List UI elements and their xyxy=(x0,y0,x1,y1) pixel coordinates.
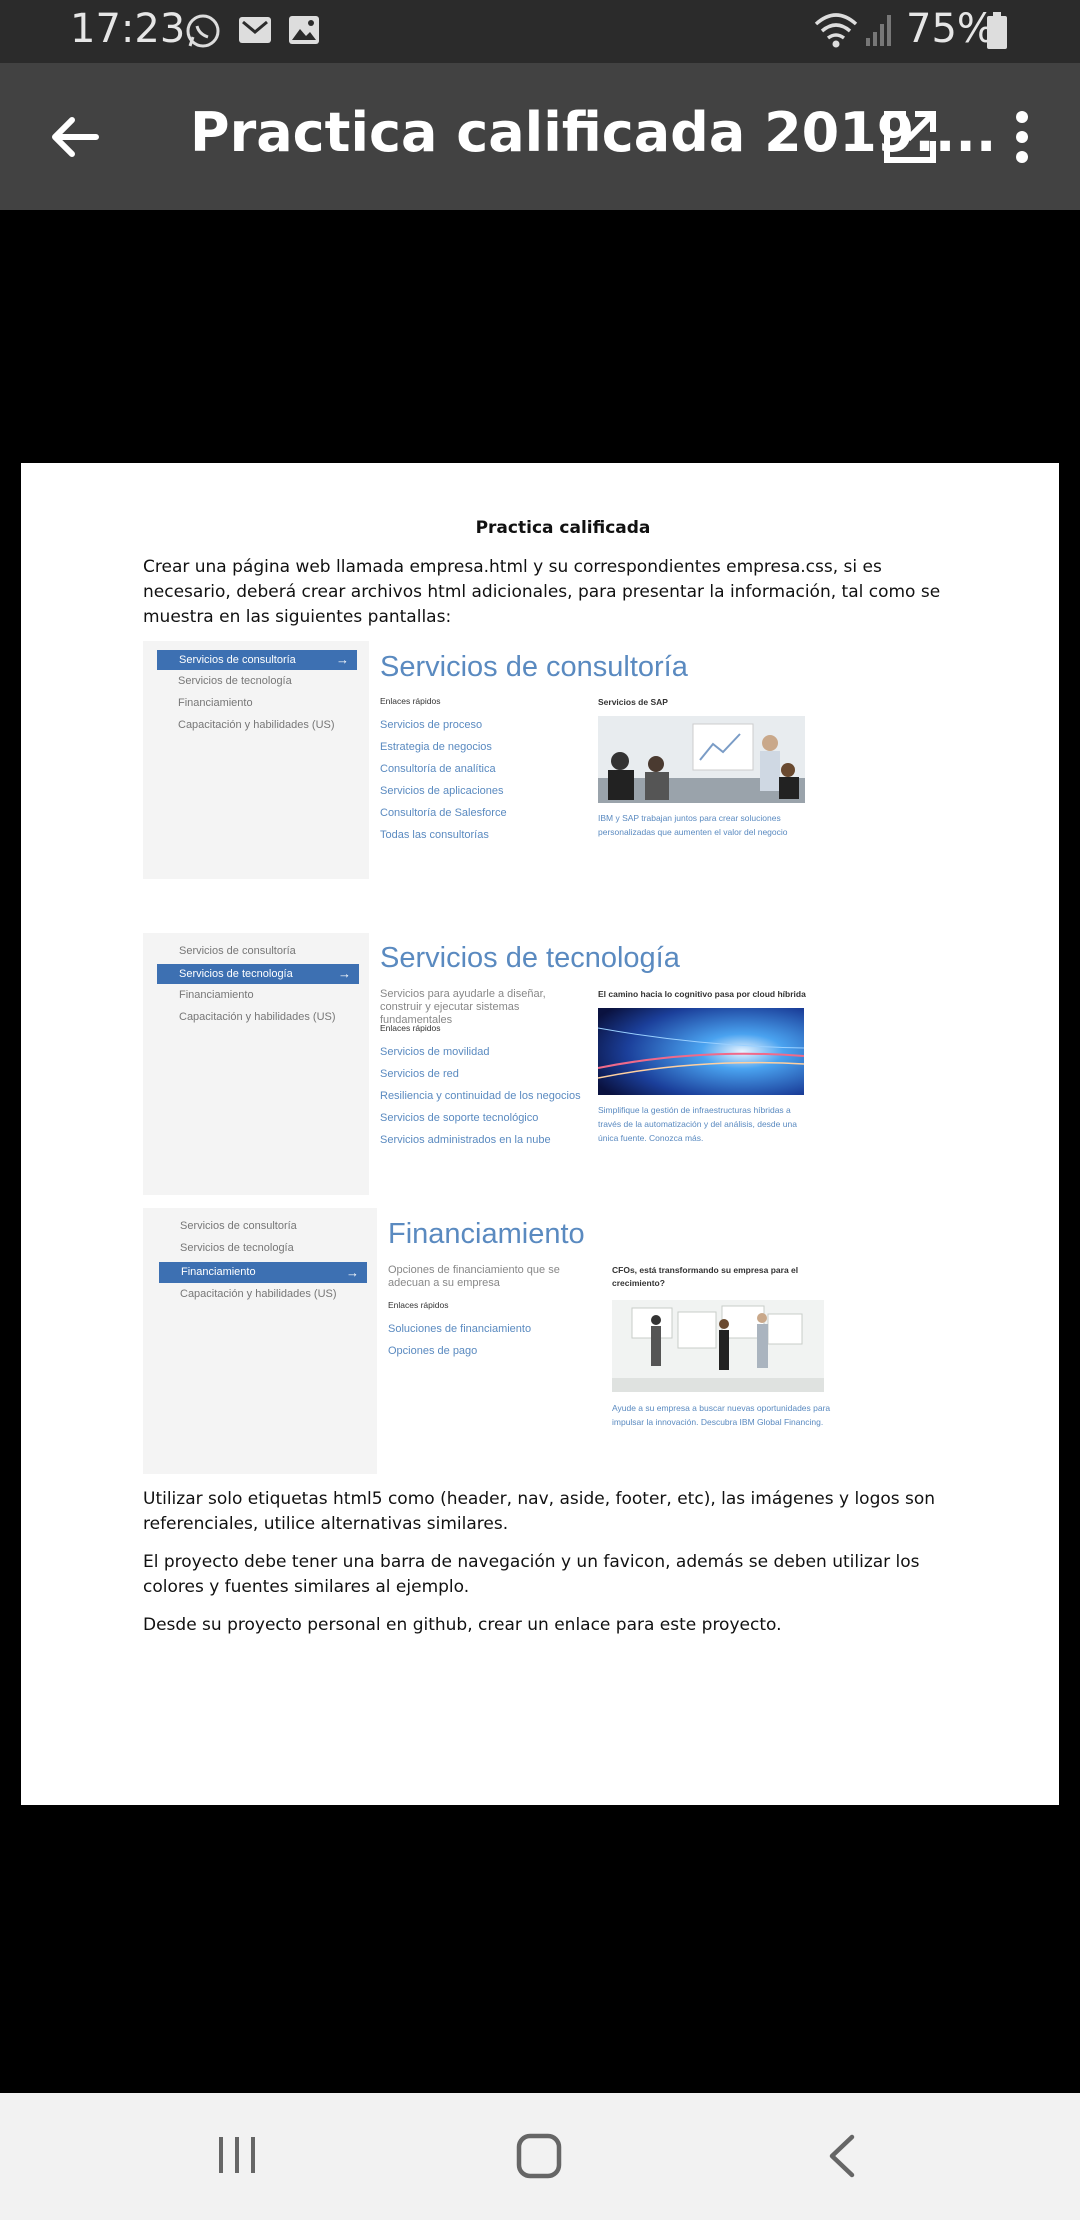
menu-item-active: Financiamiento → xyxy=(159,1262,367,1283)
card-title: El camino hacia lo cognitivo pasa por cl… xyxy=(598,989,806,999)
section-subtitle: Opciones de financiamiento que se adecua… xyxy=(388,1264,560,1289)
quick-link: Resiliencia y continuidad de los negocio… xyxy=(380,1090,581,1102)
back-icon[interactable] xyxy=(824,2133,858,2179)
arrow-right-icon: → xyxy=(346,1265,359,1280)
menu-item: Capacitación y habilidades (US) xyxy=(180,1288,337,1300)
quick-link: Estrategia de negocios xyxy=(380,741,492,753)
menu-item: Capacitación y habilidades (US) xyxy=(179,1011,336,1023)
section-heading: Servicios de consultoría xyxy=(380,651,688,683)
menu-item-label: Financiamiento xyxy=(181,1266,256,1278)
app-bar: Practica calificada 2019.... xyxy=(0,63,1080,210)
card-title: CFOs, está transformando su empresa para… xyxy=(612,1265,799,1288)
wifi-icon xyxy=(814,13,858,48)
section-subtitle: Servicios para ayudarle a diseñar, const… xyxy=(380,988,546,1026)
sidebar-menu: Servicios de consultoría Servicios de te… xyxy=(143,933,369,1195)
system-nav-bar xyxy=(0,2093,1080,2220)
document-page: Practica calificada Crear una página web… xyxy=(21,463,1059,1805)
quick-link: Servicios administrados en la nube xyxy=(380,1134,551,1146)
doc-heading: Practica calificada xyxy=(475,518,651,538)
intro-paragraph: Crear una página web llamada empresa.htm… xyxy=(143,557,941,627)
menu-item: Servicios de tecnología xyxy=(178,675,292,687)
quick-link: Servicios de soporte tecnológico xyxy=(380,1112,539,1124)
cloud-photo xyxy=(598,1008,804,1095)
whatsapp-icon xyxy=(186,14,220,48)
menu-item: Servicios de consultoría xyxy=(180,1220,297,1232)
gmail-icon xyxy=(239,17,271,43)
sidebar-menu: Servicios de consultoría Servicios de te… xyxy=(143,1208,377,1474)
card-title: Servicios de SAP xyxy=(598,697,668,707)
finance-photo xyxy=(612,1300,824,1392)
arrow-right-icon: → xyxy=(336,652,349,667)
meeting-photo xyxy=(598,716,805,803)
arrow-right-icon: → xyxy=(338,966,351,981)
sidebar-menu: Servicios de consultoría → Servicios de t… xyxy=(143,641,369,879)
quick-link: Opciones de pago xyxy=(388,1345,478,1357)
menu-item: Financiamiento xyxy=(179,989,254,1001)
quick-link: Servicios de proceso xyxy=(380,719,483,731)
gallery-icon xyxy=(289,16,319,44)
status-bar: 17:23 75% xyxy=(0,0,1080,63)
quick-links-label: Enlaces rápidos xyxy=(388,1300,449,1310)
quick-links-label: Enlaces rápidos xyxy=(380,1023,441,1033)
menu-item: Servicios de tecnología xyxy=(180,1242,294,1254)
recent-apps-icon[interactable] xyxy=(216,2133,258,2177)
card-caption: Ayude a su empresa a buscar nuevas oport… xyxy=(612,1403,831,1427)
paragraph-github: Desde su proyecto personal en github, cr… xyxy=(143,1615,782,1635)
signal-icon xyxy=(866,15,891,46)
battery-icon xyxy=(987,12,1007,49)
screenshot-financiamiento: Servicios de consultoría Servicios de te… xyxy=(143,1208,843,1474)
card-caption: Simplifique la gestión de infraestructur… xyxy=(598,1105,797,1143)
menu-item-label: Servicios de consultoría xyxy=(179,654,296,666)
quick-links-label: Enlaces rápidos xyxy=(380,696,441,706)
home-icon[interactable] xyxy=(516,2133,562,2179)
quick-link: Consultoría de analítica xyxy=(380,763,496,775)
screenshot-consultoria: Servicios de consultoría → Servicios de t… xyxy=(143,641,823,879)
paragraph-navbar: El proyecto debe tener una barra de nave… xyxy=(143,1552,920,1597)
battery-percent: 75% xyxy=(906,6,995,52)
menu-item-active: Servicios de tecnología → xyxy=(157,964,359,984)
menu-item: Servicios de consultoría xyxy=(179,945,296,957)
quick-link: Servicios de movilidad xyxy=(380,1046,490,1058)
back-arrow-icon[interactable] xyxy=(48,111,100,163)
paragraph-html5: Utilizar solo etiquetas html5 como (head… xyxy=(143,1489,936,1534)
section-heading: Servicios de tecnología xyxy=(380,942,680,974)
screenshot-tecnologia: Servicios de consultoría Servicios de te… xyxy=(143,933,823,1195)
status-time: 17:23 xyxy=(70,6,186,52)
quick-link: Servicios de aplicaciones xyxy=(380,785,504,797)
menu-item-active: Servicios de consultoría → xyxy=(157,650,357,670)
menu-item: Capacitación y habilidades (US) xyxy=(178,719,335,731)
quick-link: Todas las consultorías xyxy=(380,829,489,841)
menu-item: Financiamiento xyxy=(178,697,253,709)
document-title: Practica calificada 2019.... xyxy=(190,101,997,164)
quick-link: Soluciones de financiamiento xyxy=(388,1323,532,1335)
more-vert-icon[interactable] xyxy=(1010,109,1034,165)
card-caption: IBM y SAP trabajan juntos para crear sol… xyxy=(598,813,788,837)
menu-item-label: Servicios de tecnología xyxy=(179,968,293,980)
quick-link: Servicios de red xyxy=(380,1068,459,1080)
open-external-icon[interactable] xyxy=(882,109,938,165)
section-heading: Financiamiento xyxy=(388,1218,585,1250)
quick-link: Consultoría de Salesforce xyxy=(380,807,507,819)
